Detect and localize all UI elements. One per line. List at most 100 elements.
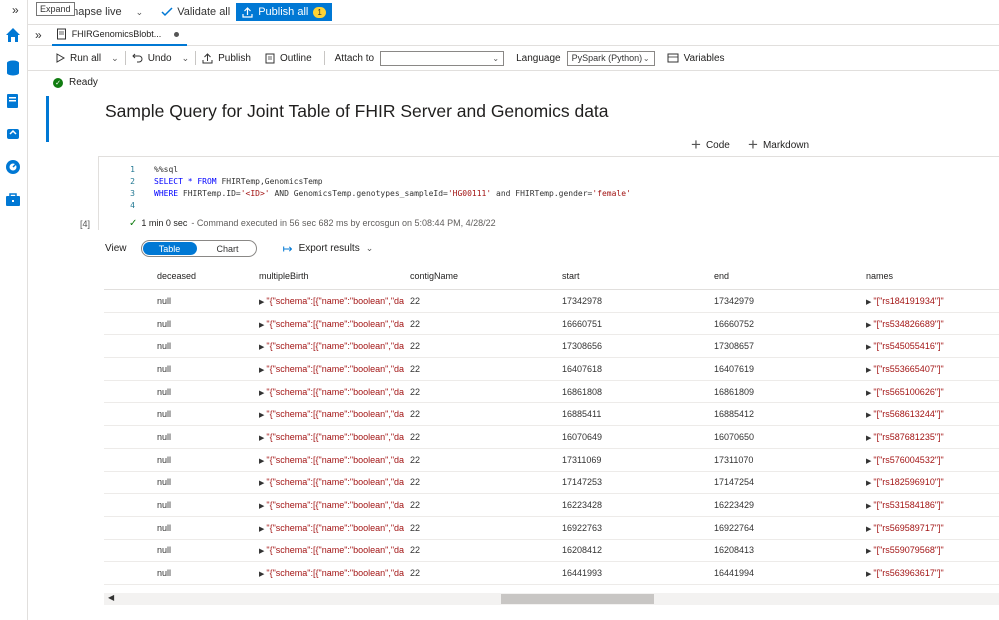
expand-triangle-icon[interactable]: ▶ xyxy=(866,526,871,533)
expand-triangle-icon[interactable]: ▶ xyxy=(866,390,871,397)
horizontal-scrollbar[interactable]: ◀ xyxy=(104,593,999,605)
expand-triangle-icon[interactable]: ▶ xyxy=(866,367,871,374)
undo-button[interactable]: Undo xyxy=(131,53,172,64)
column-header[interactable]: deceased xyxy=(104,271,256,281)
scroll-left-arrow-icon[interactable]: ◀ xyxy=(108,593,114,602)
run-all-button[interactable]: Run all xyxy=(55,53,101,64)
column-header[interactable]: names xyxy=(863,271,999,281)
language-select[interactable]: PySpark (Python) ⌄ xyxy=(566,50,655,66)
expand-triangle-icon[interactable]: ▶ xyxy=(259,435,264,442)
table-row[interactable]: null ▶ "{"schema":[{"name":"boolean","da 22… xyxy=(104,313,999,336)
run-options-chevron-icon[interactable]: ⌄ xyxy=(111,53,119,64)
chevron-down-icon[interactable]: ⌄ xyxy=(136,7,144,18)
add-markdown-button[interactable]: + Markdown xyxy=(748,135,809,155)
expand-triangle-icon[interactable]: ▶ xyxy=(259,367,264,374)
publish-all-button[interactable]: Publish all 1 xyxy=(236,3,332,21)
sql-text: and FHIRTemp.gender= xyxy=(491,189,593,198)
home-icon[interactable] xyxy=(4,26,22,44)
cell-value: "["rs576004532"]" xyxy=(873,454,944,465)
column-header[interactable]: multipleBirth xyxy=(256,271,407,281)
table-row[interactable]: null ▶ "{"schema":[{"name":"boolean","da 22… xyxy=(104,290,999,313)
column-header[interactable]: start xyxy=(559,271,711,281)
table-row[interactable]: null ▶ "{"schema":[{"name":"boolean","da 22… xyxy=(104,517,999,540)
undo-options-chevron-icon[interactable]: ⌄ xyxy=(182,53,190,64)
line-number: 3 xyxy=(130,189,135,198)
outline-button[interactable]: Outline xyxy=(265,53,312,64)
expand-triangle-icon[interactable]: ▶ xyxy=(866,503,871,510)
table-cell: 16070649 xyxy=(562,431,603,442)
table-row[interactable]: null ▶ "{"schema":[{"name":"boolean","da 22… xyxy=(104,472,999,495)
column-header[interactable]: end xyxy=(711,271,863,281)
table-row[interactable]: null ▶ "{"schema":[{"name":"boolean","da 22… xyxy=(104,494,999,517)
expand-triangle-icon[interactable]: ▶ xyxy=(866,412,871,419)
expand-triangle-icon[interactable]: ▶ xyxy=(259,503,264,510)
expand-triangle-icon[interactable]: ▶ xyxy=(259,548,264,555)
table-row[interactable]: null ▶ "{"schema":[{"name":"boolean","da 22… xyxy=(104,335,999,359)
expand-triangle-icon[interactable]: ▶ xyxy=(259,526,264,533)
variables-button[interactable]: Variables xyxy=(667,53,725,64)
export-results-button[interactable]: ↦ Export results ⌄ xyxy=(283,242,374,256)
table-header: deceased multipleBirth contigName start … xyxy=(104,262,999,290)
table-view-button[interactable]: Table xyxy=(142,242,197,255)
expand-triangle-icon[interactable]: ▶ xyxy=(259,480,264,487)
publish-button[interactable]: Publish xyxy=(202,53,251,64)
expand-triangle-icon[interactable]: ▶ xyxy=(259,412,264,419)
table-cell: null xyxy=(157,522,172,533)
table-cell: ▶ "["rs565100626"]" xyxy=(863,387,999,397)
manage-icon[interactable] xyxy=(4,191,22,209)
table-row[interactable]: null ▶ "{"schema":[{"name":"boolean","da 22… xyxy=(104,540,999,563)
expand-triangle-icon[interactable]: ▶ xyxy=(866,435,871,442)
expand-triangle-icon[interactable]: ▶ xyxy=(259,390,264,397)
expand-triangle-icon[interactable]: ▶ xyxy=(259,322,264,329)
table-cell: ▶ "{"schema":[{"name":"boolean","da xyxy=(256,455,407,465)
cell-value: "{"schema":[{"name":"boolean","da xyxy=(266,568,405,579)
scrollbar-thumb[interactable] xyxy=(501,594,654,604)
develop-icon[interactable] xyxy=(4,92,22,110)
table-cell: null xyxy=(157,341,172,352)
expand-triangle-icon[interactable]: ▶ xyxy=(866,548,871,555)
expand-triangle-icon[interactable]: ▶ xyxy=(259,571,264,578)
table-cell: 17342978 xyxy=(562,295,603,306)
data-icon[interactable] xyxy=(4,59,22,77)
table-row[interactable]: null ▶ "{"schema":[{"name":"boolean","da 22… xyxy=(104,358,999,381)
table-cell: null xyxy=(157,477,172,488)
expand-triangle-icon[interactable]: ▶ xyxy=(866,480,871,487)
view-toggle[interactable]: Table Chart xyxy=(140,240,257,257)
expand-triangle-icon[interactable]: ▶ xyxy=(866,571,871,578)
tab-notebook[interactable]: FHIRGenomicsBlobt... xyxy=(51,24,188,46)
integrate-icon[interactable] xyxy=(4,125,22,143)
publish-label: Publish xyxy=(218,52,251,64)
expand-triangle-icon[interactable]: ▶ xyxy=(866,344,871,351)
expand-triangle-icon[interactable]: ▶ xyxy=(866,458,871,465)
monitor-icon[interactable] xyxy=(4,158,22,176)
expand-triangle-icon[interactable]: ▶ xyxy=(866,322,871,329)
table-row[interactable]: null ▶ "{"schema":[{"name":"boolean","da 22… xyxy=(104,403,999,427)
expand-triangle-icon[interactable]: ▶ xyxy=(259,344,264,351)
table-row[interactable]: null ▶ "{"schema":[{"name":"boolean","da 22… xyxy=(104,562,999,585)
table-row[interactable]: null ▶ "{"schema":[{"name":"boolean","da 22… xyxy=(104,381,999,404)
table-row[interactable]: null ▶ "{"schema":[{"name":"boolean","da 22… xyxy=(104,426,999,449)
table-row[interactable]: null ▶ "{"schema":[{"name":"boolean","da 22… xyxy=(104,449,999,472)
table-cell: ▶ "{"schema":[{"name":"boolean","da xyxy=(256,364,407,374)
table-cell: null xyxy=(157,454,172,465)
ready-check-icon: ✓ xyxy=(53,77,63,88)
table-cell: 17308657 xyxy=(714,341,755,352)
page-title: Sample Query for Joint Table of FHIR Ser… xyxy=(105,101,609,121)
chart-view-button[interactable]: Chart xyxy=(202,242,254,255)
table-cell: 16922763 xyxy=(562,522,603,533)
expand-triangle-icon[interactable]: ▶ xyxy=(259,299,264,306)
collapse-chevron-icon[interactable]: » xyxy=(35,28,42,42)
validate-all-button[interactable]: Validate all xyxy=(161,6,230,18)
column-header[interactable]: contigName xyxy=(407,271,559,281)
table-body: null ▶ "{"schema":[{"name":"boolean","da 22… xyxy=(104,290,999,585)
attach-to-select[interactable]: ⌄ xyxy=(380,50,505,66)
language-value: PySpark (Python) xyxy=(571,53,643,63)
language-label: Language xyxy=(516,52,561,64)
table-cell: 16660752 xyxy=(714,318,755,329)
expand-triangle-icon[interactable]: ▶ xyxy=(259,458,264,465)
expand-triangle-icon[interactable]: ▶ xyxy=(866,299,871,306)
table-cell: 16885411 xyxy=(562,409,602,420)
expand-chevron-icon[interactable]: » xyxy=(12,3,19,17)
add-code-button[interactable]: + Code xyxy=(691,135,730,155)
left-rail: » xyxy=(0,0,28,620)
